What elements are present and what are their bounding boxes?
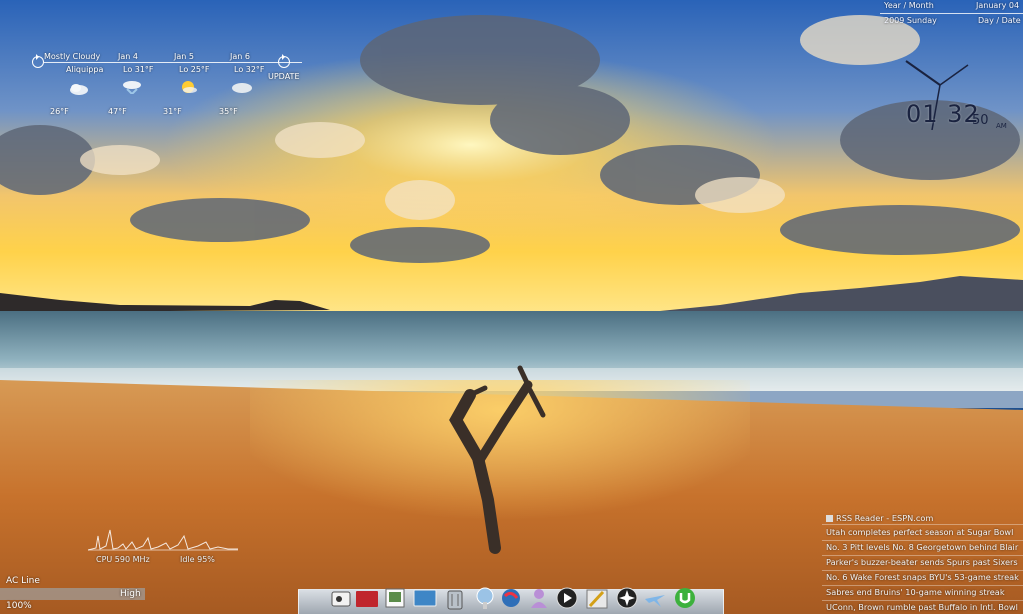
weather-condition: Mostly Cloudy [44,52,101,61]
forecast-high-2: 31°F [163,107,182,116]
cpu-idle: Idle 95% [180,555,215,564]
forecast-low-2: Lo 25°F [179,65,210,74]
rss-item[interactable]: UConn, Brown rumble past Buffalo in Intl… [826,602,1023,612]
globe-icon[interactable] [499,586,523,610]
day-date-label: Day / Date [978,16,1021,25]
rain-icon [123,81,141,94]
weather-location: Aliquippa [66,65,104,74]
rss-item[interactable]: No. 3 Pitt levels No. 8 Georgetown behin… [826,542,1023,552]
rss-item[interactable]: Sabres end Bruins' 10-game winning strea… [826,587,1023,597]
plane-icon[interactable] [643,586,667,610]
clock-seconds: 50 [972,113,989,128]
refresh-icon[interactable] [32,54,44,68]
media-player-icon[interactable] [555,586,579,610]
rss-item[interactable]: No. 6 Wake Forest snaps BYU's 53-game st… [826,572,1023,582]
forecast-high-3: 35°F [219,107,238,116]
forecast-day-2: Jan 5 [174,52,194,61]
rss-item[interactable]: Parker's buzzer-beater sends Spurs past … [826,557,1023,567]
clock-divider [880,13,1023,14]
forecast-day-1: Jan 4 [118,52,138,61]
pencil-icon[interactable] [585,586,609,610]
year-month-label: Year / Month [884,1,934,10]
clock-widget: Year / Month January 04 2009 Sunday Day … [880,0,1023,135]
weather-widget: Mostly Cloudy Aliquippa Jan 4 Lo 31°F Ja… [30,50,302,120]
rss-divider [822,585,1023,586]
dock [298,586,724,614]
rss-item[interactable]: Utah completes perfect season at Sugar B… [826,527,1023,537]
power-widget: AC Line High 100% [0,575,145,614]
cloud-icon [70,84,88,95]
forecast-high-1: 47°F [108,107,127,116]
update-refresh-icon[interactable] [278,54,290,68]
rss-icon [826,515,833,522]
clock-time: 01 32 [906,100,980,128]
finder-icon[interactable] [329,586,353,610]
cpu-speed: CPU 590 MHz [96,555,150,564]
monitor-icon[interactable] [413,586,437,610]
rss-title-text: RSS Reader - ESPN.com [836,513,934,523]
update-button[interactable]: UPDATE [268,72,300,81]
current-temperature: 26°F [50,107,69,116]
year-day-value: 2009 Sunday [884,16,937,25]
lamp-icon[interactable] [473,586,497,610]
rss-divider [822,570,1023,571]
people-icon[interactable] [527,586,551,610]
rss-divider [822,524,1023,525]
power-source: AC Line [6,576,40,586]
weather-divider [44,62,302,63]
forecast-low-1: Lo 31°F [123,65,154,74]
rss-reader-widget: RSS Reader - ESPN.com Utah completes per… [822,510,1023,614]
utorrent-icon[interactable] [673,586,697,610]
photo-icon[interactable] [383,586,407,610]
cpu-graph [87,529,238,551]
star-icon[interactable] [615,586,639,610]
forecast-low-3: Lo 32°F [234,65,265,74]
sun-cloud-icon [182,81,197,93]
power-level: High [120,589,141,599]
red-folder-icon[interactable] [355,586,379,610]
rss-divider [822,540,1023,541]
forecast-day-3: Jan 6 [230,52,250,61]
overcast-icon [232,83,252,93]
month-value: January 04 [976,1,1020,10]
cpu-meter-widget: CPU 590 MHz Idle 95% [87,516,238,566]
rss-divider [822,600,1023,601]
clock-ampm: AM [996,122,1007,130]
rss-divider [822,555,1023,556]
battery-percent: 100% [6,601,32,611]
trash-icon[interactable] [443,586,467,610]
rss-title: RSS Reader - ESPN.com [826,513,933,523]
